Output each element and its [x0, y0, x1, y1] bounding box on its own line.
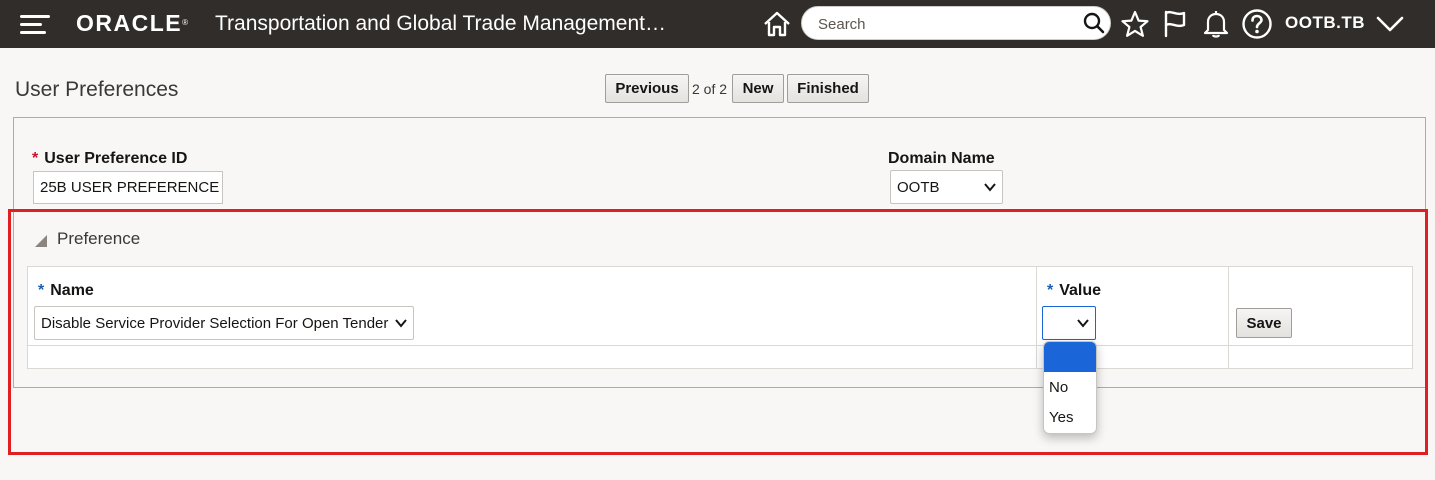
finished-button[interactable]: Finished [787, 74, 869, 103]
preference-name-select[interactable]: Disable Service Provider Selection For O… [34, 306, 414, 340]
record-counter: 2 of 2 [692, 81, 728, 97]
preference-name-label: * Name [38, 282, 94, 299]
save-button[interactable]: Save [1236, 308, 1292, 338]
dropdown-option-no[interactable]: No [1044, 372, 1096, 402]
required-indicator: * [38, 282, 45, 299]
chevron-down-icon [984, 183, 996, 192]
help-icon[interactable] [1239, 6, 1275, 42]
preference-name-value: Disable Service Provider Selection For O… [41, 314, 389, 332]
dropdown-option-blank[interactable] [1044, 342, 1096, 372]
previous-button[interactable]: Previous [605, 74, 689, 103]
star-icon[interactable] [1117, 6, 1153, 42]
flag-icon[interactable] [1157, 6, 1193, 42]
domain-name-label: Domain Name [888, 150, 995, 167]
preference-value-select[interactable] [1042, 306, 1096, 340]
chevron-down-icon[interactable] [1372, 6, 1408, 42]
chevron-down-icon [1077, 319, 1089, 328]
user-preference-id-label: * User Preference ID [32, 150, 188, 167]
search-input[interactable] [816, 13, 1070, 35]
domain-name-select[interactable]: OOTB [890, 170, 1003, 204]
required-indicator: * [32, 150, 39, 167]
dropdown-option-yes[interactable]: Yes [1044, 402, 1096, 432]
page-title: User Preferences [15, 78, 179, 101]
top-bar: ORACLE® Transportation and Global Trade … [0, 0, 1435, 48]
search-box[interactable] [801, 6, 1111, 40]
new-button[interactable]: New [732, 74, 784, 103]
chevron-down-icon [395, 319, 407, 328]
oracle-logo: ORACLE® [76, 10, 189, 36]
collapse-triangle-icon[interactable] [34, 234, 48, 248]
domain-name-value: OOTB [897, 178, 940, 196]
bell-icon[interactable] [1198, 6, 1234, 42]
home-icon[interactable] [759, 6, 795, 42]
app-title: Transportation and Global Trade Manageme… [215, 12, 666, 35]
search-icon[interactable] [1082, 11, 1106, 35]
menu-icon[interactable] [20, 14, 50, 34]
user-name[interactable]: OOTB.TB [1285, 13, 1365, 33]
preference-section-title: Preference [57, 229, 141, 248]
value-dropdown-list: No Yes [1043, 341, 1097, 434]
required-indicator: * [1047, 282, 1054, 299]
preference-value-label: * Value [1047, 282, 1102, 299]
user-preference-id-field[interactable]: 25B USER PREFERENCE [33, 171, 223, 204]
